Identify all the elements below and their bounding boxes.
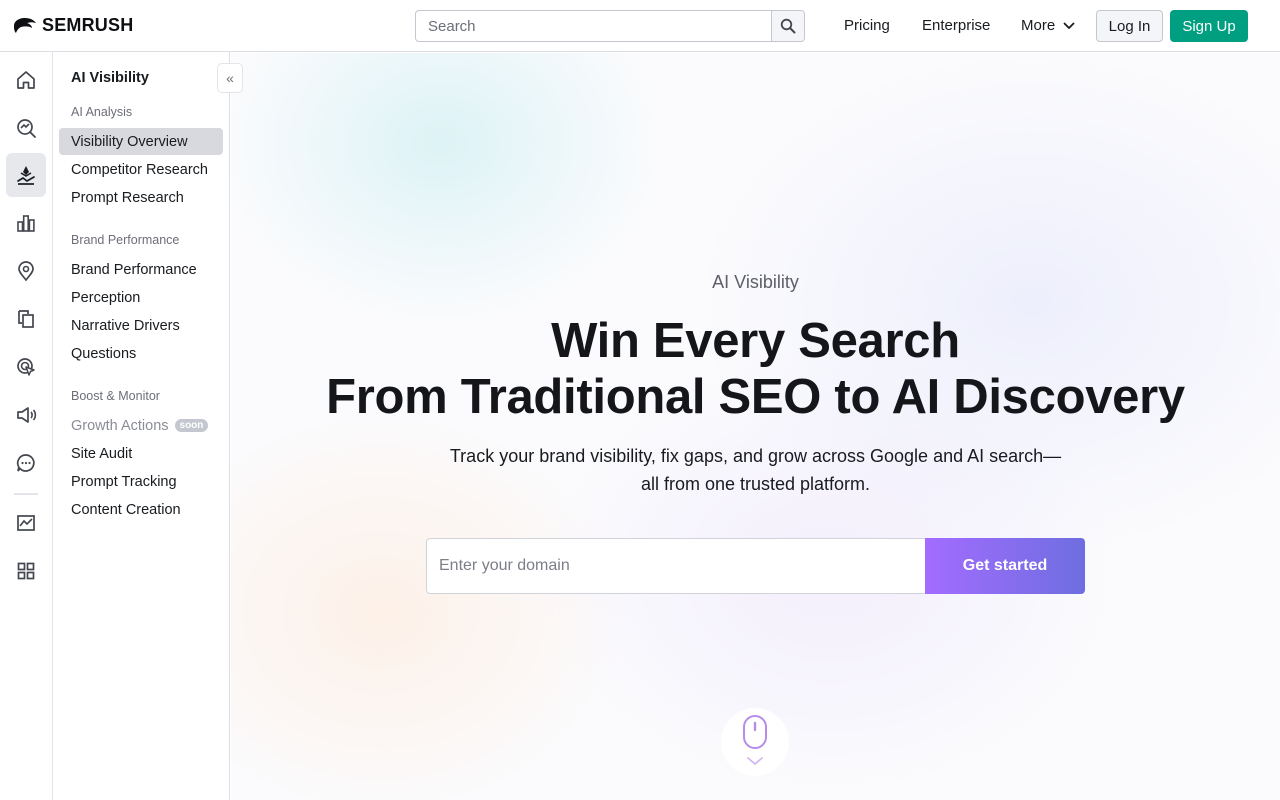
get-started-button[interactable]: Get started	[925, 538, 1085, 594]
sidebar-item-narrative-drivers[interactable]: Narrative Drivers	[59, 312, 223, 339]
home-icon	[17, 71, 35, 89]
rail-trends[interactable]	[6, 501, 46, 545]
subline-line-2: all from one trusted platform.	[640, 474, 871, 494]
sidebar-nav: AI Visibility « AI Analysis Visibility O…	[53, 52, 243, 800]
rail-home[interactable]	[6, 58, 46, 102]
login-button[interactable]: Log In	[1096, 10, 1163, 42]
scroll-down-indicator[interactable]	[721, 708, 789, 776]
trend-chart-icon	[17, 515, 35, 531]
nav-enterprise-link[interactable]: Enterprise	[922, 17, 990, 34]
search-icon	[780, 18, 796, 34]
logo-text: SEMRUSH	[42, 15, 134, 35]
global-search	[415, 10, 805, 42]
rail-apps[interactable]	[6, 549, 46, 593]
rail-local[interactable]	[6, 249, 46, 293]
bar-chart-icon	[17, 215, 35, 232]
headline-line-2: From Traditional SEO to AI Discovery	[326, 370, 1185, 424]
search-analytics-icon	[17, 119, 36, 138]
section-boost-monitor: Boost & Monitor	[71, 389, 160, 403]
semrush-logo-icon	[14, 17, 36, 33]
rail-ai-visibility[interactable]	[6, 153, 46, 197]
nav-more-label: More	[1021, 17, 1056, 34]
ai-visibility-icon	[17, 166, 35, 185]
rail-chat[interactable]	[6, 441, 46, 485]
sidebar-item-questions[interactable]: Questions	[59, 340, 223, 367]
domain-input[interactable]	[426, 538, 925, 594]
rail-seo[interactable]	[6, 106, 46, 150]
mouse-scroll-icon	[743, 715, 767, 765]
hero-kicker: AI Visibility	[712, 272, 799, 292]
double-chevron-left-icon: «	[226, 70, 234, 86]
sidebar-item-competitor-research[interactable]: Competitor Research	[59, 156, 223, 183]
search-button[interactable]	[771, 11, 804, 41]
nav-pricing-link[interactable]: Pricing	[844, 17, 890, 34]
soon-badge: soon	[174, 419, 209, 432]
nav-more-menu[interactable]: More	[1021, 17, 1075, 34]
domain-form: Get started	[426, 538, 1085, 594]
rail-social[interactable]	[6, 393, 46, 437]
apps-grid-icon	[17, 562, 35, 580]
icon-rail	[0, 52, 53, 800]
headline-line-1: Win Every Search	[551, 314, 960, 368]
collapse-sidebar-button[interactable]: «	[217, 63, 243, 93]
location-pin-icon	[18, 261, 34, 282]
chevron-down-icon	[1063, 22, 1075, 29]
semrush-logo[interactable]: SEMRUSH	[12, 15, 133, 36]
copy-pages-icon	[18, 310, 34, 328]
section-ai-analysis: AI Analysis	[71, 105, 133, 119]
sidebar-item-prompt-research[interactable]: Prompt Research	[59, 184, 223, 211]
rail-advertising[interactable]	[6, 345, 46, 389]
chat-bubble-icon	[16, 454, 35, 472]
search-input[interactable]	[416, 11, 771, 41]
signup-button[interactable]: Sign Up	[1170, 10, 1248, 42]
target-cursor-icon	[17, 358, 35, 376]
rail-content[interactable]	[6, 297, 46, 341]
rail-reports[interactable]	[6, 201, 46, 245]
section-brand-performance: Brand Performance	[71, 233, 180, 247]
subline-line-1: Track your brand visibility, fix gaps, a…	[449, 446, 1062, 466]
hero-headline: Win Every Search From Traditional SEO to…	[231, 313, 1280, 425]
sidebar-item-brand-performance[interactable]: Brand Performance	[59, 256, 223, 283]
hero-section: AI Visibility Win Every Search From Trad…	[231, 53, 1280, 800]
megaphone-icon	[17, 407, 37, 423]
top-header: SEMRUSH Pricing Enterprise More Log In S…	[0, 0, 1280, 52]
sidebar-item-label: Growth Actions	[71, 417, 169, 434]
sidebar-item-perception[interactable]: Perception	[59, 284, 223, 311]
rail-divider	[14, 493, 38, 495]
sidebar-item-prompt-tracking[interactable]: Prompt Tracking	[59, 468, 223, 495]
hero-subline: Track your brand visibility, fix gaps, a…	[411, 442, 1100, 498]
sidebar-item-growth-actions[interactable]: Growth Actions soon	[59, 412, 223, 439]
sidebar-title: AI Visibility	[71, 70, 149, 86]
sidebar-item-site-audit[interactable]: Site Audit	[59, 440, 223, 467]
sidebar-item-content-creation[interactable]: Content Creation	[59, 496, 223, 523]
sidebar-item-visibility-overview[interactable]: Visibility Overview	[59, 128, 223, 155]
